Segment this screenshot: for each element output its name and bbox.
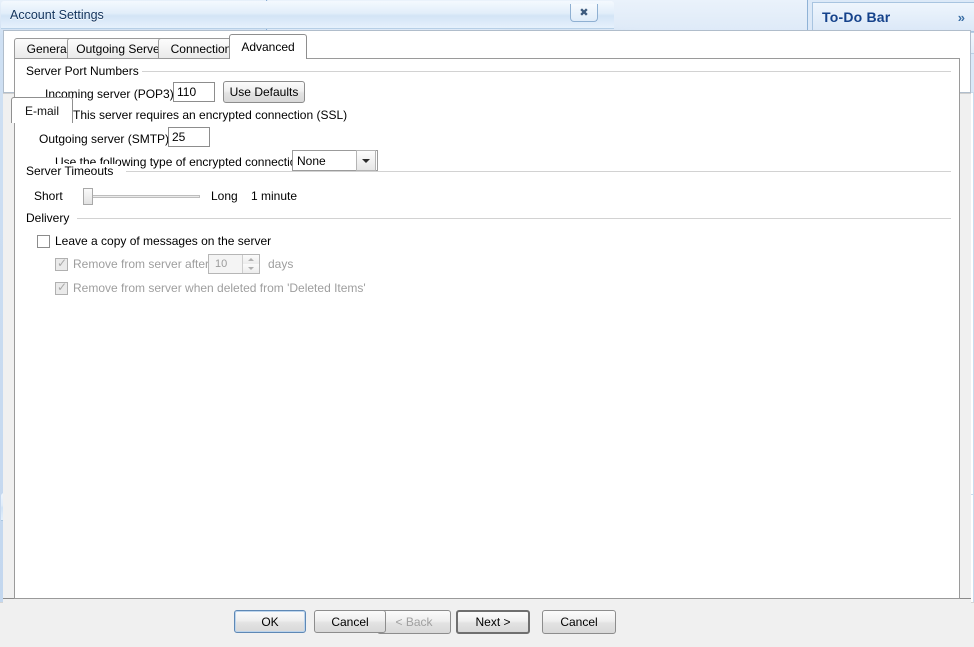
cancel-button[interactable]: Cancel <box>314 610 386 633</box>
encryption-type-select[interactable]: None <box>292 150 378 171</box>
days-stepper-buttons[interactable] <box>242 255 259 273</box>
remove-deleted-checkbox[interactable]: ✓ <box>55 281 68 295</box>
outgoing-server-port-label: Outgoing server (SMTP): <box>39 132 173 146</box>
days-label: days <box>268 257 294 271</box>
delivery-label: Delivery <box>26 211 75 225</box>
account-settings-title: Account Settings <box>10 7 104 22</box>
timeout-value-label: 1 minute <box>251 189 298 203</box>
close-icon[interactable]: ✖ <box>570 4 598 22</box>
screen: To-Do Bar » ◀ November 2011 Account Sett… <box>0 0 974 647</box>
ssl-required-label: This server requires an encrypted connec… <box>73 108 348 122</box>
advanced-tab-panel: Server Port Numbers Incoming server (POP… <box>14 58 960 599</box>
group-divider <box>126 171 951 172</box>
use-defaults-button[interactable]: Use Defaults <box>223 81 305 103</box>
incoming-server-port-input[interactable] <box>173 82 215 102</box>
group-divider <box>142 71 951 72</box>
server-timeouts-label: Server Timeouts <box>26 164 119 178</box>
days-value: 10 <box>215 258 228 270</box>
encryption-type-value: None <box>297 153 326 168</box>
timeout-slider-thumb[interactable] <box>83 188 93 205</box>
leave-copy-checkbox[interactable] <box>37 235 50 248</box>
timeout-long-label: Long <box>211 189 238 203</box>
tab-email[interactable]: E-mail <box>11 97 73 123</box>
remove-deleted-label: Remove from server when deleted from 'De… <box>73 281 366 295</box>
days-stepper[interactable]: 10 <box>208 254 260 274</box>
leave-copy-label: Leave a copy of messages on the server <box>55 234 272 248</box>
stepper-down-icon[interactable] <box>243 264 259 273</box>
chevron-down-icon[interactable] <box>356 150 376 171</box>
tab-advanced[interactable]: Advanced <box>229 34 307 59</box>
internet-email-settings-footer: OK Cancel <box>0 599 974 647</box>
remove-after-checkbox[interactable]: ✓ <box>55 257 68 271</box>
internet-email-settings-body: General Outgoing Server Connection Advan… <box>0 30 974 647</box>
internet-email-settings-tabstrip: General Outgoing Server Connection Advan… <box>14 34 960 59</box>
outgoing-server-port-input[interactable] <box>168 127 210 147</box>
account-settings-titlebar[interactable]: Account Settings ✖ <box>1 1 614 29</box>
timeout-slider[interactable] <box>84 195 200 198</box>
group-divider <box>77 218 951 219</box>
to-do-bar-title: To-Do Bar <box>822 9 891 25</box>
server-port-numbers-label: Server Port Numbers <box>26 64 144 78</box>
timeout-short-label: Short <box>34 189 63 203</box>
stepper-up-icon[interactable] <box>243 255 259 264</box>
ok-button[interactable]: OK <box>234 610 306 633</box>
remove-after-label: Remove from server after <box>73 257 210 271</box>
chevron-double-right-icon[interactable]: » <box>958 10 965 25</box>
